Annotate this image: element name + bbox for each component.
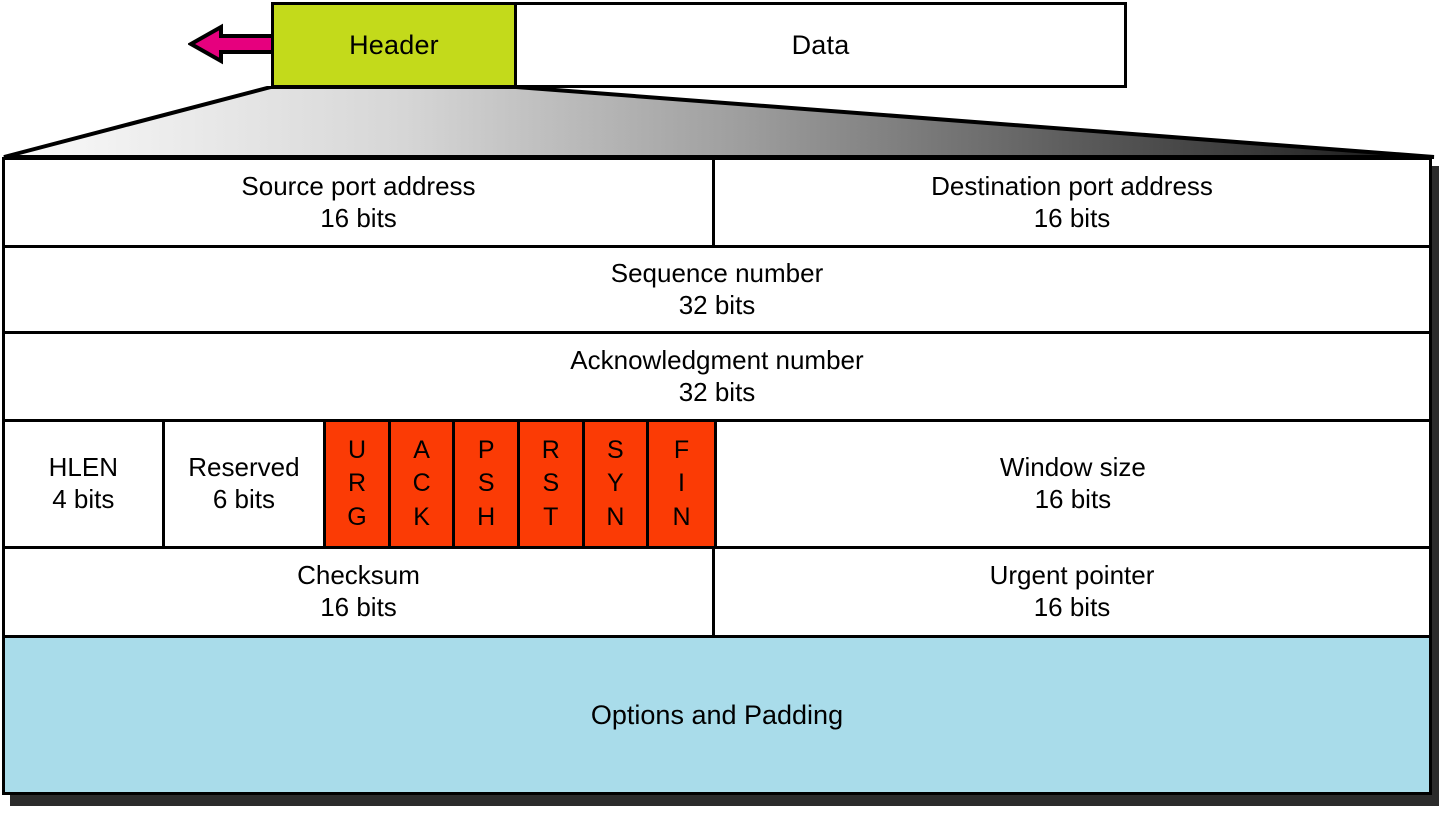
table-row: HLEN 4 bits Reserved 6 bits U R G A C K bbox=[5, 422, 1429, 549]
flag-letter: S bbox=[542, 469, 560, 498]
flag-letter: N bbox=[672, 502, 691, 531]
cell-title: Window size bbox=[999, 452, 1146, 483]
flag-letter: H bbox=[477, 502, 496, 531]
funnel-connector bbox=[3, 86, 1435, 159]
cell-size: 16 bits bbox=[320, 592, 397, 622]
tcp-header-table: Source port address 16 bits Destination … bbox=[2, 157, 1432, 795]
left-arrow-icon bbox=[188, 23, 280, 65]
reserved-cell: Reserved 6 bits bbox=[164, 422, 327, 546]
flag-letter: U bbox=[347, 436, 367, 465]
table-row: Acknowledgment number 32 bits bbox=[5, 334, 1429, 422]
flag-letter: A bbox=[413, 436, 430, 465]
cell-title: Sequence number bbox=[610, 257, 824, 288]
flag-letter: N bbox=[606, 502, 625, 531]
table-row: Sequence number 32 bits bbox=[5, 248, 1429, 334]
segment-header-label: Header bbox=[349, 29, 439, 60]
tcp-segment-diagram: Header Data Source port address 16 bits bbox=[0, 0, 1439, 813]
flag-letter: K bbox=[413, 502, 430, 531]
flag-letter: Y bbox=[607, 469, 624, 498]
flag-letter: S bbox=[607, 436, 624, 465]
cell-title: Options and Padding bbox=[590, 699, 844, 730]
cell-title: Checksum bbox=[297, 560, 420, 591]
checksum-cell: Checksum 16 bits bbox=[5, 549, 715, 635]
cell-size: 32 bits bbox=[678, 376, 756, 407]
flag-letter: I bbox=[678, 469, 685, 498]
flag-syn-cell: S Y N bbox=[584, 422, 650, 546]
table-row: Options and Padding bbox=[5, 638, 1429, 792]
flag-letter: S bbox=[477, 469, 495, 498]
segment-header-box: Header bbox=[271, 2, 517, 88]
cell-size: 6 bits bbox=[212, 484, 275, 514]
cell-title: Destination port address bbox=[931, 170, 1213, 201]
cell-title: Urgent pointer bbox=[989, 560, 1155, 591]
control-flags-group: U R G A C K P S H R S T S Y N F I N bbox=[326, 422, 717, 546]
cell-size: 16 bits bbox=[1033, 592, 1111, 622]
flag-letter: R bbox=[347, 469, 367, 498]
flag-fin-cell: F I N bbox=[649, 422, 714, 546]
segment-data-box: Data bbox=[514, 2, 1127, 88]
flag-ack-cell: A C K bbox=[390, 422, 456, 546]
sequence-number-cell: Sequence number 32 bits bbox=[5, 248, 1429, 331]
flag-letter: T bbox=[543, 502, 559, 531]
flag-letter: C bbox=[412, 469, 431, 498]
cell-size: 4 bits bbox=[52, 484, 115, 514]
segment-overview: Header Data bbox=[271, 2, 1127, 88]
window-size-cell: Window size 16 bits bbox=[716, 422, 1429, 546]
cell-size: 16 bits bbox=[1033, 202, 1111, 233]
hlen-cell: HLEN 4 bits bbox=[5, 422, 165, 546]
flag-letter: F bbox=[673, 436, 690, 465]
urgent-pointer-cell: Urgent pointer 16 bits bbox=[715, 549, 1429, 635]
destination-port-address-cell: Destination port address 16 bits bbox=[715, 160, 1429, 245]
acknowledgment-number-cell: Acknowledgment number 32 bits bbox=[5, 334, 1429, 419]
cell-size: 32 bits bbox=[678, 289, 756, 320]
table-shadow bbox=[10, 795, 1439, 806]
flag-letter: R bbox=[541, 436, 560, 465]
flag-letter: G bbox=[347, 502, 367, 531]
cell-title: Acknowledgment number bbox=[570, 344, 864, 375]
cell-size: 16 bits bbox=[320, 202, 397, 233]
flag-urg-cell: U R G bbox=[326, 422, 391, 546]
cell-size: 16 bits bbox=[1034, 484, 1112, 514]
cell-title: Reserved bbox=[188, 452, 300, 483]
cell-title: HLEN bbox=[48, 452, 118, 483]
flag-rst-cell: R S T bbox=[520, 422, 585, 546]
table-shadow bbox=[1432, 166, 1439, 806]
cell-title: Source port address bbox=[241, 170, 476, 201]
source-port-address-cell: Source port address 16 bits bbox=[5, 160, 715, 245]
table-row: Source port address 16 bits Destination … bbox=[5, 160, 1429, 248]
options-and-padding-cell: Options and Padding bbox=[5, 638, 1429, 792]
flag-letter: P bbox=[477, 436, 495, 465]
table-row: Checksum 16 bits Urgent pointer 16 bits bbox=[5, 549, 1429, 638]
segment-data-label: Data bbox=[791, 29, 850, 60]
flag-psh-cell: P S H bbox=[455, 422, 520, 546]
